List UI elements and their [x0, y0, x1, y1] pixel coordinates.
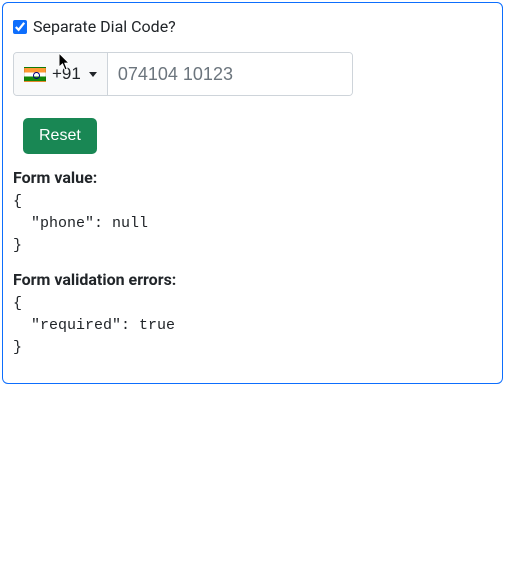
form-value-label: Form value: [13, 168, 492, 187]
phone-number-input[interactable] [108, 53, 353, 95]
chevron-down-icon [89, 72, 97, 77]
form-errors-json: { "required": true } [13, 293, 492, 358]
separate-dial-code-row: Separate Dial Code? [13, 17, 492, 36]
india-flag-icon [24, 67, 46, 82]
country-dial-code-button[interactable]: +91 [14, 53, 108, 95]
separate-dial-code-checkbox[interactable] [13, 20, 27, 34]
form-value-json: { "phone": null } [13, 191, 492, 256]
form-errors-label: Form validation errors: [13, 270, 492, 289]
separate-dial-code-label[interactable]: Separate Dial Code? [33, 17, 176, 36]
demo-panel: Separate Dial Code? +91 Reset Form value… [2, 2, 503, 384]
dial-code-text: +91 [52, 64, 81, 84]
reset-button[interactable]: Reset [23, 118, 97, 154]
phone-input-group: +91 [13, 52, 353, 96]
